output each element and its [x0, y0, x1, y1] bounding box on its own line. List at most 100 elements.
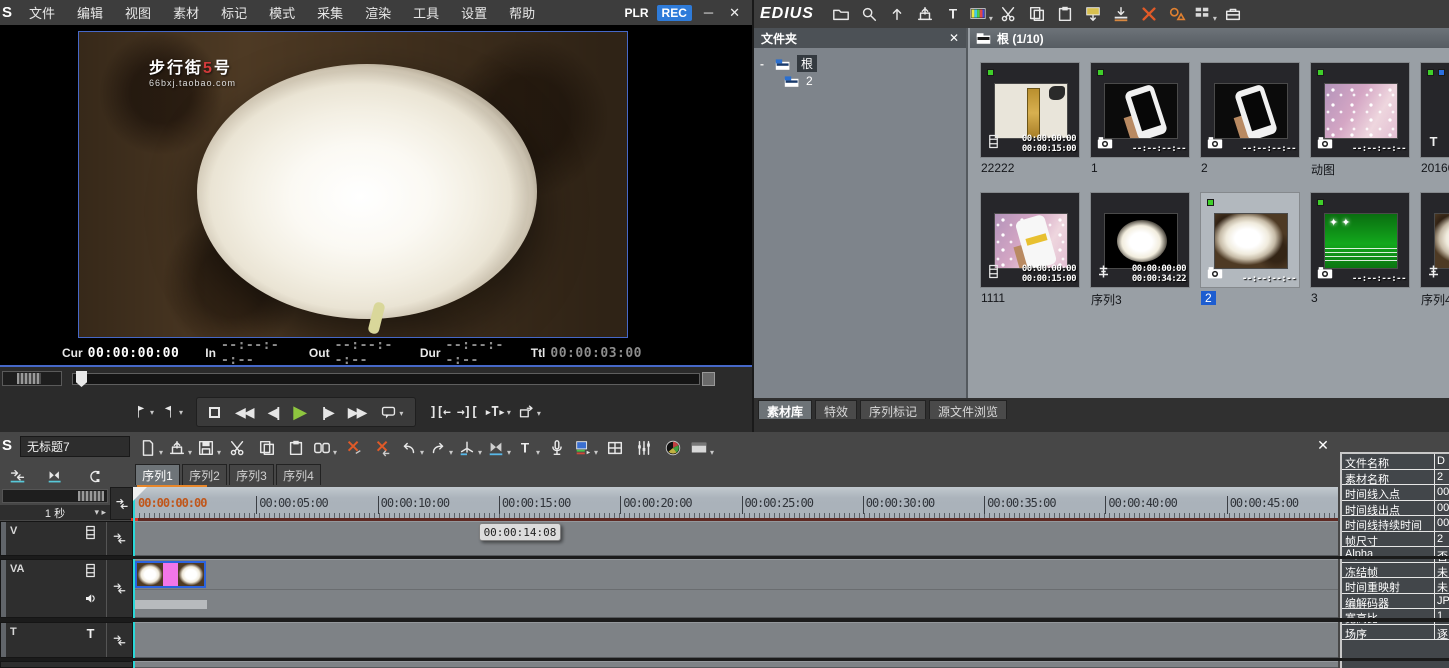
timeline-color-wheel-icon[interactable] [660, 436, 686, 460]
ripple-mode-icon[interactable] [4, 464, 30, 488]
bin-tab-2[interactable]: 特效 [815, 400, 858, 419]
menu-item[interactable]: 文件 [18, 3, 66, 22]
timeline-delete-in-out-icon[interactable] [341, 436, 367, 460]
timeline-zoom-level[interactable]: 1 秒 ▾ ▸ [0, 505, 110, 520]
shuttle-handle[interactable] [17, 373, 41, 384]
bin-clip[interactable]: 00:00:00:00 00:00:34:22 序列3 [1090, 192, 1190, 322]
menu-item[interactable]: 渲染 [354, 3, 402, 22]
sequence-tab-2[interactable]: 序列2 [182, 464, 227, 485]
track-ripple-cell[interactable] [106, 623, 132, 657]
zoom-slider-handle[interactable] [78, 491, 104, 501]
timeline-ruler[interactable]: 00:00:00:00 00:00:05:00 00:00:10:00 00:00:1… [135, 487, 1338, 518]
bin-paste-icon[interactable] [1052, 2, 1078, 26]
timeline-open-project-icon[interactable]: ▾ [167, 436, 193, 460]
chevron-down-icon[interactable]: ▾ [217, 448, 221, 460]
track-lane-va[interactable] [135, 559, 1338, 618]
clip-tile[interactable]: 00:00:00:00 00:00:34:22 [1090, 192, 1190, 288]
bin-new-folder-icon[interactable] [828, 2, 854, 26]
bin-clip[interactable]: --:--:--:-- 2 [1200, 62, 1300, 192]
rec-mode-button[interactable]: REC [656, 4, 692, 21]
timeline-save-project-icon[interactable]: ▾ [196, 436, 222, 460]
bin-create-shape-icon[interactable] [1164, 2, 1190, 26]
bin-clip[interactable]: --:--:--:-- 2 [1200, 192, 1300, 322]
clip-tile[interactable]: T [1420, 62, 1449, 158]
track-ripple-cell[interactable] [106, 560, 132, 617]
transition-mode-icon[interactable] [42, 464, 68, 488]
track-sync-cell[interactable] [110, 487, 133, 520]
timeline-close-icon[interactable]: ✕ [1314, 437, 1332, 455]
sequence-tab-4[interactable]: 序列4 [276, 464, 321, 485]
bin-add-capture-icon[interactable] [1080, 2, 1106, 26]
bin-cut-icon[interactable] [996, 2, 1022, 26]
bin-copy-icon[interactable] [1024, 2, 1050, 26]
menu-item[interactable]: 素材 [162, 3, 210, 22]
folder-panel-close-icon[interactable]: ✕ [949, 31, 959, 45]
transport-goto-out-point-icon[interactable]: →][ [457, 405, 479, 420]
menu-item[interactable]: 工具 [402, 3, 450, 22]
clip-tile[interactable] [1420, 192, 1449, 288]
clip-tile[interactable]: 00:00:00:00 00:00:15:00 [980, 192, 1080, 288]
bin-view-mode-icon[interactable]: ▾ [1192, 2, 1218, 26]
bin-colorbars-icon[interactable]: ▾ [968, 2, 994, 26]
timeline-new-sequence-icon[interactable]: ▾ [138, 436, 164, 460]
timeline-replace-icon[interactable]: ▾ [312, 436, 338, 460]
bin-clip[interactable]: 00:00:00:00 00:00:15:00 22222 [980, 62, 1080, 192]
transport-rewind-icon[interactable]: ◀◀ [235, 404, 254, 421]
menu-item[interactable]: 设置 [450, 3, 498, 22]
chevron-down-icon[interactable]: ▾ [537, 409, 541, 421]
timeline-multicam-icon[interactable] [602, 436, 628, 460]
timeline-add-transition-icon[interactable]: ▾ [486, 436, 512, 460]
snap-mode-icon[interactable] [80, 464, 106, 488]
timeline-panel-layout-icon[interactable]: ▾ [689, 436, 715, 460]
timeline-paste-icon[interactable] [283, 436, 309, 460]
menu-item[interactable]: 模式 [258, 3, 306, 22]
timeline-add-cut-point-icon[interactable]: ▾ [457, 436, 483, 460]
position-bar[interactable] [72, 371, 700, 387]
track-lane-v[interactable] [135, 521, 1338, 556]
chevron-down-icon[interactable]: ▾ [159, 448, 163, 460]
clip-tile[interactable]: --:--:--:-- [1090, 62, 1190, 158]
zoom-dropdown-arrows[interactable]: ▾ ▸ [94, 507, 106, 518]
tree-expander-icon[interactable]: - [760, 57, 770, 71]
menu-item[interactable]: 标记 [210, 3, 258, 22]
bin-delete-icon[interactable] [1136, 2, 1162, 26]
bin-clip[interactable]: T 20160 [1420, 62, 1449, 192]
bin-tab-4[interactable]: 源文件浏览 [929, 400, 1008, 419]
bin-toolbox-icon[interactable] [1220, 2, 1246, 26]
clip-tile[interactable]: --:--:--:-- [1310, 192, 1410, 288]
transport-set-out-point-icon[interactable]: ▾ [161, 404, 183, 420]
shuttle-slider[interactable] [2, 371, 62, 386]
chevron-down-icon[interactable]: ▾ [179, 408, 183, 420]
timeline-redo-icon[interactable]: ▾ [428, 436, 454, 460]
track-ripple-cell[interactable] [106, 522, 132, 555]
transport-play-icon[interactable]: ▶ [293, 402, 307, 423]
playhead-line[interactable] [133, 487, 135, 668]
chevron-down-icon[interactable]: ▾ [188, 448, 192, 460]
position-handle[interactable] [76, 371, 87, 387]
chevron-down-icon[interactable]: ▾ [710, 448, 714, 460]
timeline-clip[interactable] [135, 561, 206, 588]
transport-display-export-icon[interactable]: ▾ [518, 404, 541, 421]
minimize-button[interactable]: ─ [700, 5, 717, 20]
chevron-down-icon[interactable]: ▾ [399, 409, 403, 421]
chevron-down-icon[interactable]: ▾ [1213, 14, 1217, 26]
chevron-down-icon[interactable]: ▾ [507, 408, 511, 420]
track-lane-t[interactable] [135, 622, 1338, 658]
bin-clip[interactable]: 00:00:00:00 00:00:15:00 1111 [980, 192, 1080, 322]
folder-tree-item[interactable]: 2 [760, 72, 960, 89]
chevron-down-icon[interactable]: ▾ [536, 448, 540, 460]
bin-clip[interactable]: --:--:--:-- 1 [1090, 62, 1190, 192]
sequence-tab-1[interactable]: 序列1 [135, 464, 180, 485]
clip-tile[interactable]: --:--:--:-- [1200, 62, 1300, 158]
timeline-zoom-slider[interactable] [2, 489, 108, 503]
menu-item[interactable]: 编辑 [66, 3, 114, 22]
bin-tab-1[interactable]: 素材库 [758, 400, 813, 419]
transport-previous-frame-icon[interactable]: ◀| [268, 404, 281, 421]
menu-item[interactable]: 视图 [114, 3, 162, 22]
bin-open-import-icon[interactable] [912, 2, 938, 26]
chevron-down-icon[interactable]: ▾ [989, 14, 993, 26]
chevron-down-icon[interactable]: ▾ [420, 448, 424, 460]
bin-clip[interactable]: --:--:--:-- 3 [1310, 192, 1410, 322]
bin-clip[interactable]: 序列4 [1420, 192, 1449, 322]
chevron-down-icon[interactable]: ▾ [594, 448, 598, 460]
